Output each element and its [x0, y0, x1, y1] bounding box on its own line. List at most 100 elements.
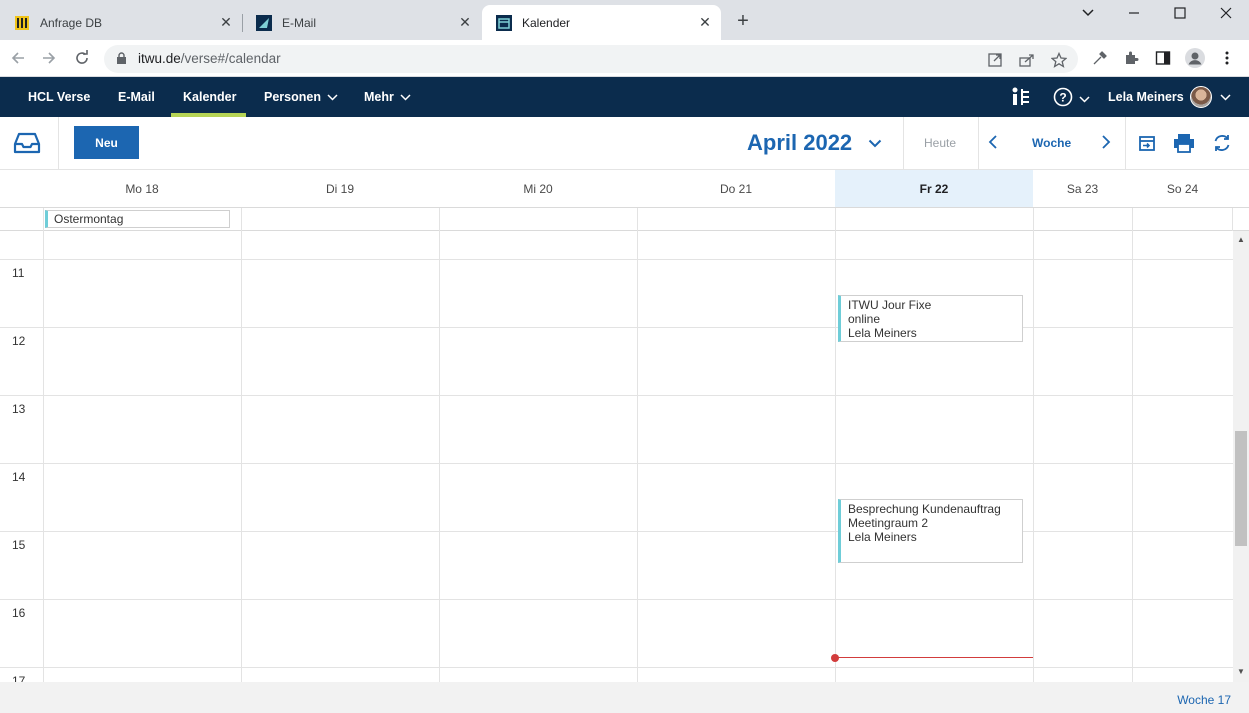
browser-tab-kalender[interactable]: Kalender ✕	[482, 5, 721, 40]
grid-line	[1132, 208, 1133, 231]
people-directory-icon[interactable]	[1010, 77, 1032, 117]
day-header[interactable]: Do 21	[637, 170, 835, 207]
nav-kalender[interactable]: Kalender	[183, 77, 237, 117]
window-close-icon[interactable]	[1211, 4, 1241, 22]
today-button[interactable]: Heute	[924, 136, 956, 150]
maximize-icon[interactable]	[1165, 4, 1195, 22]
hour-label: 15	[12, 538, 26, 552]
open-in-app-icon[interactable]	[986, 51, 1004, 69]
event-location: Meetingraum 2	[848, 516, 929, 530]
nav-label: HCL Verse	[28, 90, 91, 104]
chevron-down-icon	[1220, 93, 1231, 101]
tab-title: Anfrage DB	[40, 15, 103, 30]
app-nav-bar: HCL Verse E-Mail Kalender Personen Mehr …	[0, 77, 1249, 117]
help-menu[interactable]: ?	[1053, 87, 1090, 112]
profile-icon[interactable]	[1185, 48, 1205, 68]
database-app-icon	[14, 15, 30, 31]
grid-line	[439, 231, 440, 682]
scroll-up-arrow-icon[interactable]: ▲	[1236, 235, 1246, 245]
browser-tab-strip: Anfrage DB ✕ E-Mail ✕ Kalender ✕ +	[0, 0, 1249, 40]
help-icon: ?	[1053, 87, 1073, 112]
event-title: Besprechung Kundenauftrag	[848, 502, 1001, 516]
reload-icon[interactable]	[72, 48, 92, 68]
eyedropper-extension-icon[interactable]	[1091, 49, 1109, 67]
inbox-tray-icon[interactable]	[12, 129, 42, 157]
nav-label: Mehr	[364, 90, 394, 104]
puzzle-extensions-icon[interactable]	[1122, 49, 1140, 67]
month-title[interactable]: April 2022	[747, 130, 852, 156]
event-location: online	[848, 312, 881, 326]
chevron-right-icon[interactable]	[1101, 134, 1111, 155]
calendar-toolbar: Neu April 2022 Heute Woche	[0, 117, 1249, 170]
browser-menu-icon[interactable]	[1218, 49, 1236, 67]
grid-line	[241, 208, 242, 231]
browser-toolbar: itwu.de/verse#/calendar	[0, 40, 1249, 77]
share-icon[interactable]	[1018, 51, 1036, 69]
user-menu[interactable]: Lela Meiners	[1108, 77, 1231, 117]
grid-line	[241, 231, 242, 682]
day-header[interactable]: Di 19	[241, 170, 439, 207]
tab-search-chevron-icon[interactable]	[1073, 4, 1103, 22]
hour-line	[0, 463, 1233, 464]
browser-tab-email[interactable]: E-Mail ✕	[242, 5, 481, 40]
calendar-footer: Woche 17	[0, 682, 1249, 713]
hour-label: 17	[12, 674, 26, 682]
chevron-down-icon	[1079, 96, 1090, 103]
day-header[interactable]: Mo 18	[43, 170, 241, 207]
time-grid[interactable]: 11 12 13 14 15 16 17 ITWU Jour Fixe onli…	[0, 231, 1233, 682]
grid-line	[1232, 208, 1233, 231]
grid-line	[835, 208, 836, 231]
nav-hcl-verse[interactable]: HCL Verse	[28, 77, 90, 117]
event-owner: Lela Meiners	[848, 530, 917, 544]
user-name: Lela Meiners	[1108, 90, 1184, 104]
close-icon[interactable]: ✕	[455, 13, 475, 33]
chevron-left-icon[interactable]	[988, 134, 998, 155]
tab-title: E-Mail	[282, 15, 317, 30]
calendar-app-icon	[496, 14, 512, 31]
close-icon[interactable]: ✕	[695, 13, 715, 33]
hour-line	[0, 667, 1233, 668]
refresh-icon[interactable]	[1211, 132, 1233, 154]
back-arrow-icon[interactable]	[8, 48, 28, 68]
calendar-import-icon[interactable]	[1136, 132, 1158, 154]
hour-label: 14	[12, 470, 26, 484]
day-header-today[interactable]: Fr 22	[835, 170, 1033, 207]
hour-label: 11	[12, 266, 25, 280]
day-header[interactable]: Sa 23	[1033, 170, 1132, 207]
day-header[interactable]: So 24	[1132, 170, 1233, 207]
chevron-down-icon[interactable]	[868, 135, 882, 153]
address-bar[interactable]: itwu.de/verse#/calendar	[104, 45, 1078, 73]
nav-mehr[interactable]: Mehr	[364, 77, 411, 117]
bookmark-star-icon[interactable]	[1050, 51, 1068, 69]
current-time-marker	[831, 654, 839, 662]
scroll-down-arrow-icon[interactable]: ▼	[1236, 667, 1246, 677]
hour-line	[0, 327, 1233, 328]
print-icon[interactable]	[1173, 132, 1195, 154]
scrollbar-thumb[interactable]	[1235, 431, 1247, 546]
browser-tab-anfrage-db[interactable]: Anfrage DB ✕	[0, 5, 242, 40]
hour-label: 13	[12, 402, 26, 416]
grid-line	[835, 231, 836, 682]
new-tab-button[interactable]: +	[732, 11, 754, 33]
hour-line	[0, 395, 1233, 396]
hour-line	[0, 259, 1233, 260]
nav-email[interactable]: E-Mail	[118, 77, 155, 117]
calendar-event[interactable]: ITWU Jour Fixe online Lela Meiners	[838, 295, 1023, 342]
divider	[903, 117, 904, 169]
hour-line	[0, 599, 1233, 600]
new-event-button[interactable]: Neu	[74, 126, 139, 159]
grid-line	[1033, 231, 1034, 682]
nav-personen[interactable]: Personen	[264, 77, 338, 117]
side-panel-icon[interactable]	[1154, 49, 1172, 67]
avatar	[1189, 86, 1212, 108]
calendar-event[interactable]: Besprechung Kundenauftrag Meetingraum 2 …	[838, 499, 1023, 563]
all-day-event[interactable]: Ostermontag	[45, 210, 230, 228]
minimize-icon[interactable]	[1119, 4, 1149, 22]
day-header[interactable]: Mi 20	[439, 170, 637, 207]
close-icon[interactable]: ✕	[216, 13, 236, 33]
nav-label: Personen	[264, 90, 321, 104]
url-text: itwu.de/verse#/calendar	[138, 51, 281, 66]
svg-text:?: ?	[1059, 91, 1066, 105]
view-selector[interactable]: Woche	[1032, 136, 1071, 150]
forward-arrow-icon[interactable]	[39, 48, 59, 68]
